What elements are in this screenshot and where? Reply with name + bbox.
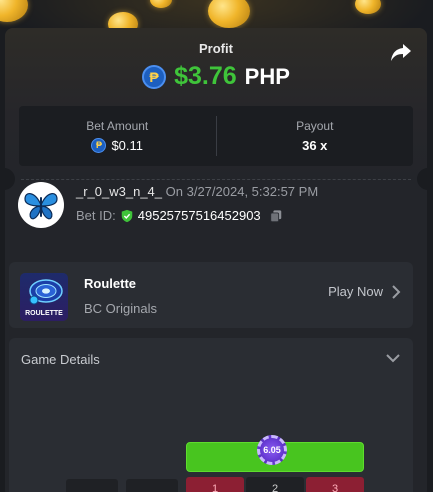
- game-panel: ROULETTE Roulette BC Originals Play Now: [9, 262, 413, 328]
- bet-id-line: Bet ID: 49525757516452903: [76, 208, 283, 223]
- share-icon[interactable]: [389, 40, 413, 64]
- profit-value: ₱ $3.76 PHP: [5, 62, 427, 91]
- game-details-title[interactable]: Game Details: [21, 352, 100, 367]
- number-cell-1: 1: [186, 477, 244, 492]
- shield-check-icon: [121, 209, 132, 222]
- bet-id-label: Bet ID:: [76, 208, 116, 223]
- payout-value: 36 x: [302, 138, 328, 153]
- bet-id-value: 49525757516452903: [137, 208, 261, 223]
- chevron-down-icon[interactable]: [385, 350, 401, 366]
- avatar[interactable]: [18, 182, 64, 228]
- bet-amount-label: Bet Amount: [86, 119, 149, 133]
- bet-amount-stat: Bet Amount ₱ $0.11: [19, 106, 216, 166]
- butterfly-icon: [24, 193, 58, 220]
- game-details-panel: Game Details 6.05 1 2 3: [9, 338, 413, 492]
- board-cell: [126, 479, 178, 492]
- number-cell-3: 3: [306, 477, 364, 492]
- profit-amount: $3.76: [174, 62, 237, 90]
- board-cell: [66, 479, 118, 492]
- payout-stat: Payout 36 x: [217, 106, 414, 166]
- user-line: _r_0_w3_n_4_ On 3/27/2024, 5:32:57 PM: [76, 184, 318, 199]
- bet-detail-page: Profit ₱ $3.76 PHP Bet Amount ₱ $0.11 Pa…: [0, 0, 433, 492]
- username[interactable]: _r_0_w3_n_4_: [76, 184, 162, 199]
- profit-header: Profit ₱ $3.76 PHP Bet Amount ₱ $0.11 Pa…: [5, 28, 427, 178]
- game-thumb-label: ROULETTE: [25, 310, 63, 317]
- payout-label: Payout: [296, 119, 334, 133]
- peso-coin-icon: ₱: [142, 64, 167, 89]
- profit-label: Profit: [199, 41, 233, 56]
- coin-decoration: [0, 0, 28, 22]
- chevron-right-icon: [392, 284, 401, 299]
- play-now-label: Play Now: [328, 284, 383, 299]
- bet-amount-value: ₱ $0.11: [91, 138, 143, 153]
- play-now-button[interactable]: Play Now: [328, 284, 401, 299]
- bet-stats: Bet Amount ₱ $0.11 Payout 36 x: [19, 106, 413, 166]
- bet-timestamp: On 3/27/2024, 5:32:57 PM: [165, 184, 319, 199]
- bet-info-row: _r_0_w3_n_4_ On 3/27/2024, 5:32:57 PM Be…: [18, 182, 419, 230]
- bet-chip: 6.05: [257, 435, 287, 465]
- profit-currency: PHP: [244, 63, 290, 89]
- copy-icon[interactable]: [269, 209, 283, 223]
- coin-decoration: [150, 0, 172, 8]
- game-name: Roulette: [84, 276, 136, 291]
- coin-decoration: [208, 0, 250, 28]
- coin-decoration: [355, 0, 381, 14]
- number-cell-2: 2: [246, 477, 304, 492]
- ticket-divider: [21, 179, 411, 180]
- peso-coin-icon: ₱: [91, 138, 107, 153]
- bet-amount-text: $0.11: [111, 138, 144, 153]
- game-provider: BC Originals: [84, 301, 157, 316]
- game-thumbnail[interactable]: ROULETTE: [20, 273, 68, 321]
